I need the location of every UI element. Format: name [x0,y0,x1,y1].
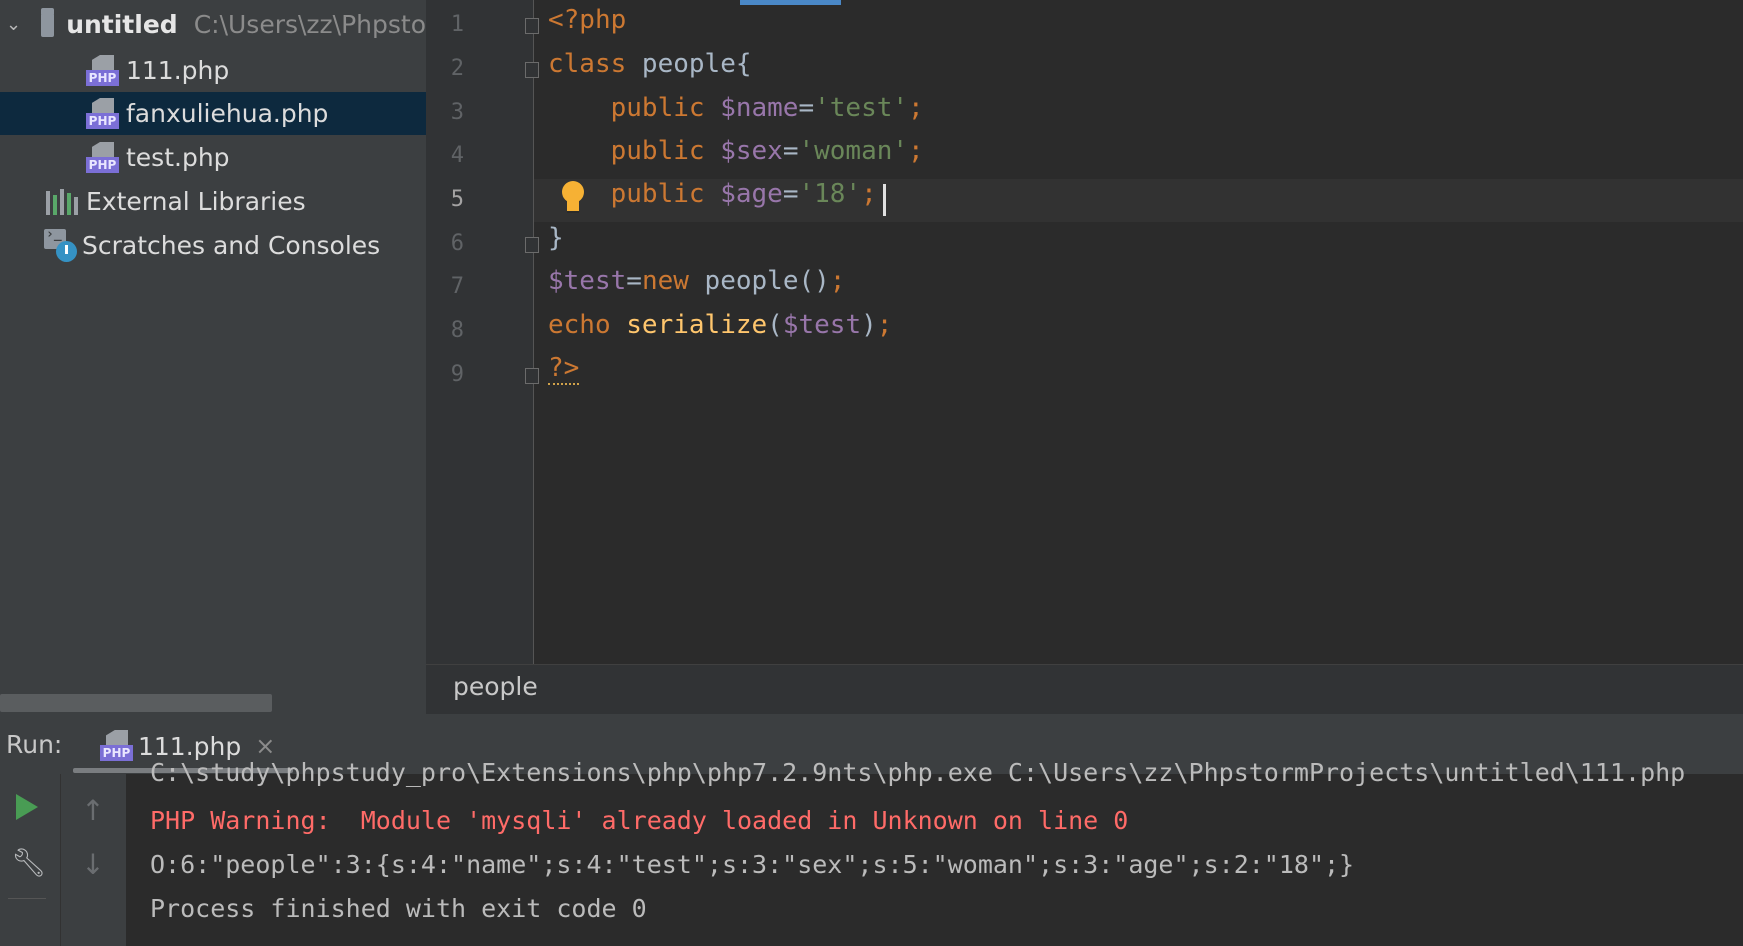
tree-file-111[interactable]: PHP 111.php [0,49,426,92]
breadcrumb-bar [426,664,1743,715]
arrow-up-icon[interactable]: ↑ [76,794,110,828]
folder-icon [41,7,55,37]
tree-file-fanxuliehua[interactable]: PHP fanxuliehua.php [0,92,426,135]
operator: = [782,179,799,209]
arrow-down-icon[interactable]: ↓ [76,848,110,882]
tree-external-libraries[interactable]: External Libraries [0,180,426,223]
console-line-output: O:6:"people":3:{s:4:"name";s:4:"test";s:… [150,850,1355,879]
console-line-warning: PHP Warning: Module 'mysqli' already loa… [150,806,1129,835]
line-number: 6 [450,231,464,256]
variable: $sex [720,136,783,166]
breadcrumb[interactable]: people [453,672,538,701]
paren: ) [861,310,877,340]
fold-marker[interactable] [525,237,539,253]
line-number: 3 [450,100,464,125]
fold-marker[interactable] [525,62,539,78]
closing-brace: } [548,223,564,253]
text-caret [883,184,886,216]
run-label: Run: [6,730,63,759]
tree-file-label: 111.php [126,56,230,85]
class-name: people{ [626,49,752,79]
operator: = [782,136,799,166]
semicolon: ; [829,266,846,296]
php-file-icon: PHP [86,97,119,130]
code-line-8: echo serialize($test); [548,310,892,353]
code-line-7: $test=new people(); [548,266,845,309]
library-icon [46,188,78,215]
code-line-9: ?> [548,353,580,396]
toolbar-separator [8,898,46,899]
fold-marker[interactable] [525,368,539,384]
scratches-icon [44,227,78,263]
variable: $test [548,266,627,296]
constructor-call: people() [688,266,830,296]
string: '18' [798,179,862,209]
php-file-icon: PHP [86,141,119,174]
project-horizontal-scrollbar[interactable] [0,694,272,712]
scratches-label: Scratches and Consoles [82,231,381,260]
line-number: 7 [450,274,464,299]
operator: = [626,266,642,296]
variable: $name [720,93,799,123]
console-line-command: C:\study\phpstudy_pro\Extensions\php\php… [150,758,1686,787]
operator: = [798,93,815,123]
tree-file-test[interactable]: PHP test.php [0,136,426,179]
line-number: 4 [450,143,464,168]
keyword: class [548,49,627,79]
function-name: serialize [626,310,768,340]
code-line-4: public $sex='woman'; [548,136,924,179]
active-tab-indicator [740,0,841,5]
php-file-icon: PHP [100,730,133,762]
line-number: 1 [450,12,464,37]
run-tab-label: 111.php [138,731,242,761]
line-number: 9 [450,362,464,387]
close-icon[interactable]: × [255,732,275,760]
variable: $age [720,179,783,209]
line-number: 2 [450,56,464,81]
line-number: 8 [450,318,464,343]
paren: ( [767,310,783,340]
tree-root-untitled[interactable]: ⌄ untitled C:\Users\zz\Phpsto [0,3,426,46]
code-line-1: <?php [548,5,626,48]
tree-file-label: fanxuliehua.php [126,99,329,128]
keyword: new [641,266,689,296]
code-line-3: public $name='test'; [548,93,924,136]
keyword: public [548,93,721,123]
wrench-icon[interactable]: 🔧︎ [11,846,47,880]
line-number: 5 [450,187,464,212]
fold-marker[interactable] [525,18,539,34]
tree-file-label: test.php [126,143,230,172]
variable: $test [782,310,862,340]
external-libraries-label: External Libraries [86,187,306,216]
php-open-tag: <?php [548,5,627,35]
php-file-icon: PHP [86,54,119,87]
bulb-icon[interactable] [560,181,586,215]
semicolon: ; [876,310,893,340]
semicolon: ; [908,93,924,123]
project-panel: ⌄ untitled C:\Users\zz\Phpsto PHP 111.ph… [0,0,426,714]
code-line-5: public $age='18'; [548,179,877,222]
code-line-6: } [548,223,564,266]
tree-root-label: untitled [66,10,178,39]
semicolon: ; [908,136,924,166]
php-close-tag: ?> [548,353,580,385]
chevron-down-icon[interactable]: ⌄ [6,14,21,35]
string: 'woman' [798,136,909,166]
play-icon[interactable] [16,794,38,820]
string: 'test' [814,93,909,123]
keyword: echo [548,310,627,340]
code-line-2: class people{ [548,49,752,92]
console-line-exit: Process finished with exit code 0 [150,894,647,923]
keyword: public [548,136,721,166]
tree-root-path: C:\Users\zz\Phpsto [193,10,426,39]
tree-scratches[interactable]: Scratches and Consoles [0,224,426,267]
semicolon: ; [861,179,877,209]
